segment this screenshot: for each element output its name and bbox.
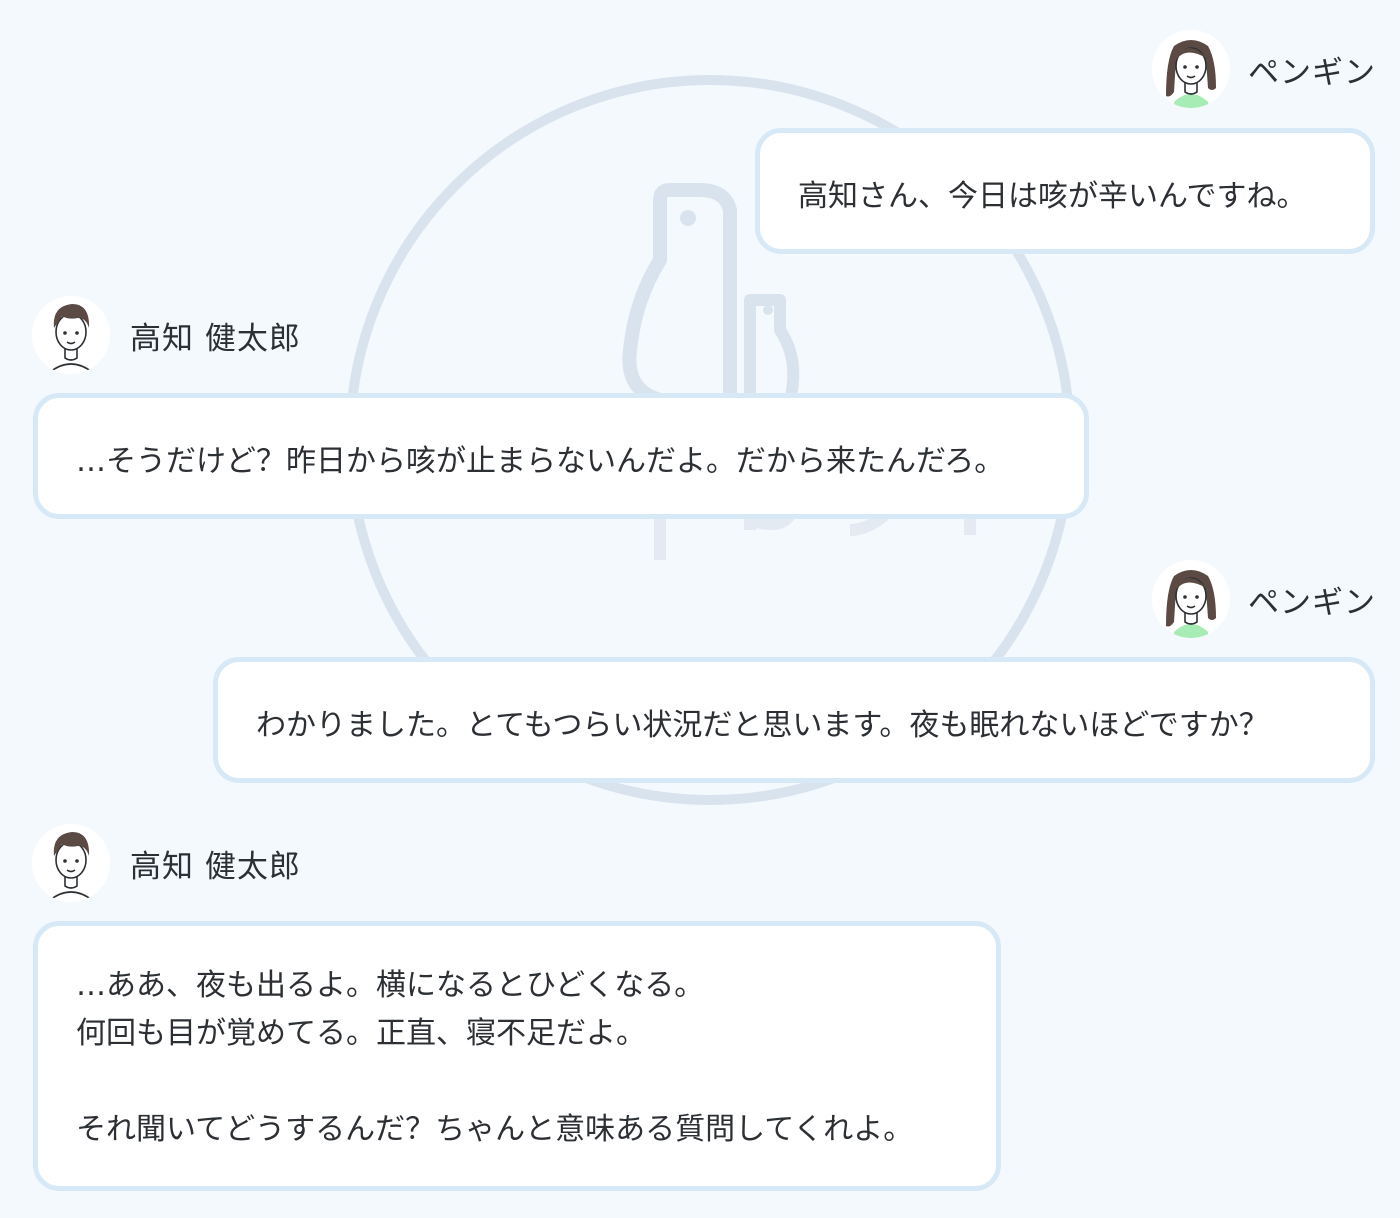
message-header: 高知 健太郎	[32, 824, 301, 902]
message-text: …そうだけど？昨日から咳が止まらないんだよ。だから来たんだろ。	[76, 444, 1005, 479]
man-avatar-icon	[32, 296, 110, 374]
message-text: 高知さん、今日は咳が辛いんですね。	[798, 179, 1307, 214]
message-bubble: …ああ、夜も出るよ。横になるとひどくなる。 何回も目が覚めてる。正直、寝不足だよ…	[33, 921, 1001, 1191]
message-bubble: 高知さん、今日は咳が辛いんですね。	[755, 128, 1375, 254]
message-text-line: それ聞いてどうするんだ？ちゃんと意味ある質問してくれよ。	[76, 1112, 914, 1147]
message-bubble: わかりました。とてもつらい状況だと思います。夜も眠れないほどですか？	[213, 657, 1375, 783]
speaker-name: ペンギン	[1248, 584, 1376, 621]
message-header: ペンギン	[1152, 560, 1376, 638]
message-text-line: 何回も目が覚めてる。正直、寝不足だよ。	[76, 1016, 646, 1051]
message-header: ペンギン	[1152, 30, 1376, 108]
speaker-name: 高知 健太郎	[130, 848, 301, 885]
message-bubble: …そうだけど？昨日から咳が止まらないんだよ。だから来たんだろ。	[33, 393, 1089, 519]
message-text-line	[76, 1058, 996, 1106]
message-text: わかりました。とてもつらい状況だと思います。夜も眠れないほどですか？	[256, 708, 1269, 743]
speaker-name: ペンギン	[1248, 54, 1376, 91]
man-avatar-icon	[32, 824, 110, 902]
message-header: 高知 健太郎	[32, 296, 301, 374]
woman-avatar-icon	[1152, 30, 1230, 108]
message-text-line: …ああ、夜も出るよ。横になるとひどくなる。	[76, 968, 705, 1003]
woman-avatar-icon	[1152, 560, 1230, 638]
speaker-name: 高知 健太郎	[130, 320, 301, 357]
